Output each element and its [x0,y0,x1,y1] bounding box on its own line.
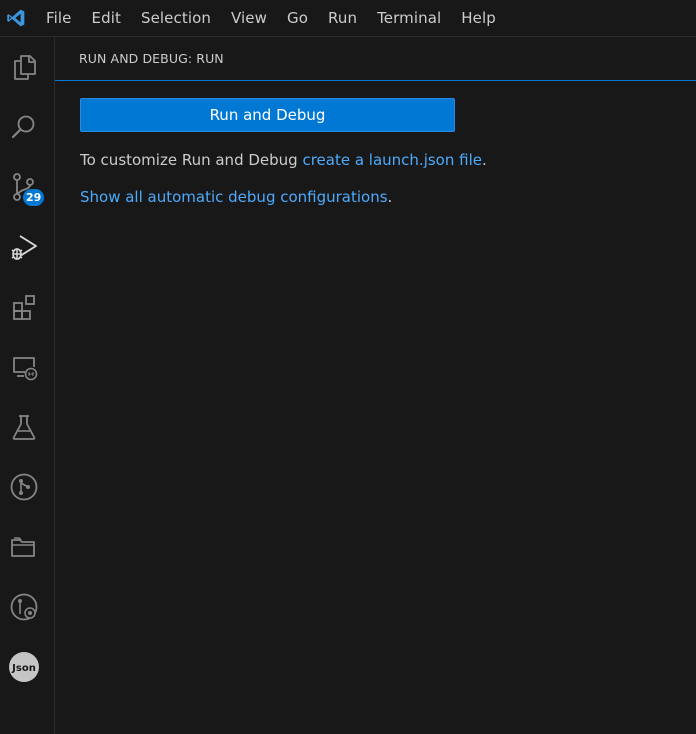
json-icon-label: Json [11,663,36,674]
title-bar: File Edit Selection View Go Run Terminal… [0,0,696,37]
customize-suffix: . [481,151,487,169]
activity-explorer[interactable] [0,43,48,91]
source-control-badge: 29 [23,189,45,206]
show-all-line: Show all automatic debug configurations. [80,188,696,206]
extensions-icon [13,295,35,320]
run-and-debug-button[interactable]: Run and Debug [80,98,455,132]
activity-extensions[interactable] [0,283,48,331]
activity-search[interactable] [0,103,48,151]
activity-run-debug[interactable] [0,223,48,271]
menu-view[interactable]: View [221,0,277,37]
git-history-icon [10,593,38,621]
search-icon [11,115,35,139]
explorer-icon [14,55,36,80]
run-debug-welcome: Run and Debug To customize Run and Debug… [55,81,696,206]
remote-explorer-icon [13,357,38,381]
activity-testing[interactable] [0,403,48,451]
run-debug-icon [11,235,37,260]
create-launch-json-link[interactable]: create a launch.json file [302,151,482,169]
show-all-suffix: . [387,188,393,206]
show-all-debug-configs-link[interactable]: Show all automatic debug configurations [80,188,388,206]
json-icon: Json [9,652,39,682]
customize-line: To customize Run and Debug create a laun… [80,151,696,169]
git-graph-icon [10,473,38,501]
activity-remote-explorer[interactable] [0,343,48,391]
activity-source-control[interactable]: 29 [0,163,48,211]
activity-git-graph[interactable] [0,463,48,511]
menu-file[interactable]: File [36,0,82,37]
vscode-logo-icon [0,0,32,37]
activity-json[interactable]: Json [0,643,48,691]
menu-bar: File Edit Selection View Go Run Terminal… [36,0,506,37]
testing-icon [12,415,36,440]
activity-folders[interactable] [0,523,48,571]
menu-help[interactable]: Help [451,0,506,37]
menu-run[interactable]: Run [318,0,367,37]
folder-icon [11,537,35,557]
customize-text: To customize Run and Debug [80,151,303,169]
activity-git-history[interactable] [0,583,48,631]
run-debug-sidebar: RUN AND DEBUG: RUN Run and Debug To cust… [54,37,696,734]
activity-bar: 29 Json [0,37,48,734]
menu-go[interactable]: Go [277,0,318,37]
menu-terminal[interactable]: Terminal [367,0,451,37]
sidebar-title: RUN AND DEBUG: RUN [55,37,696,81]
menu-edit[interactable]: Edit [82,0,131,37]
menu-selection[interactable]: Selection [131,0,221,37]
